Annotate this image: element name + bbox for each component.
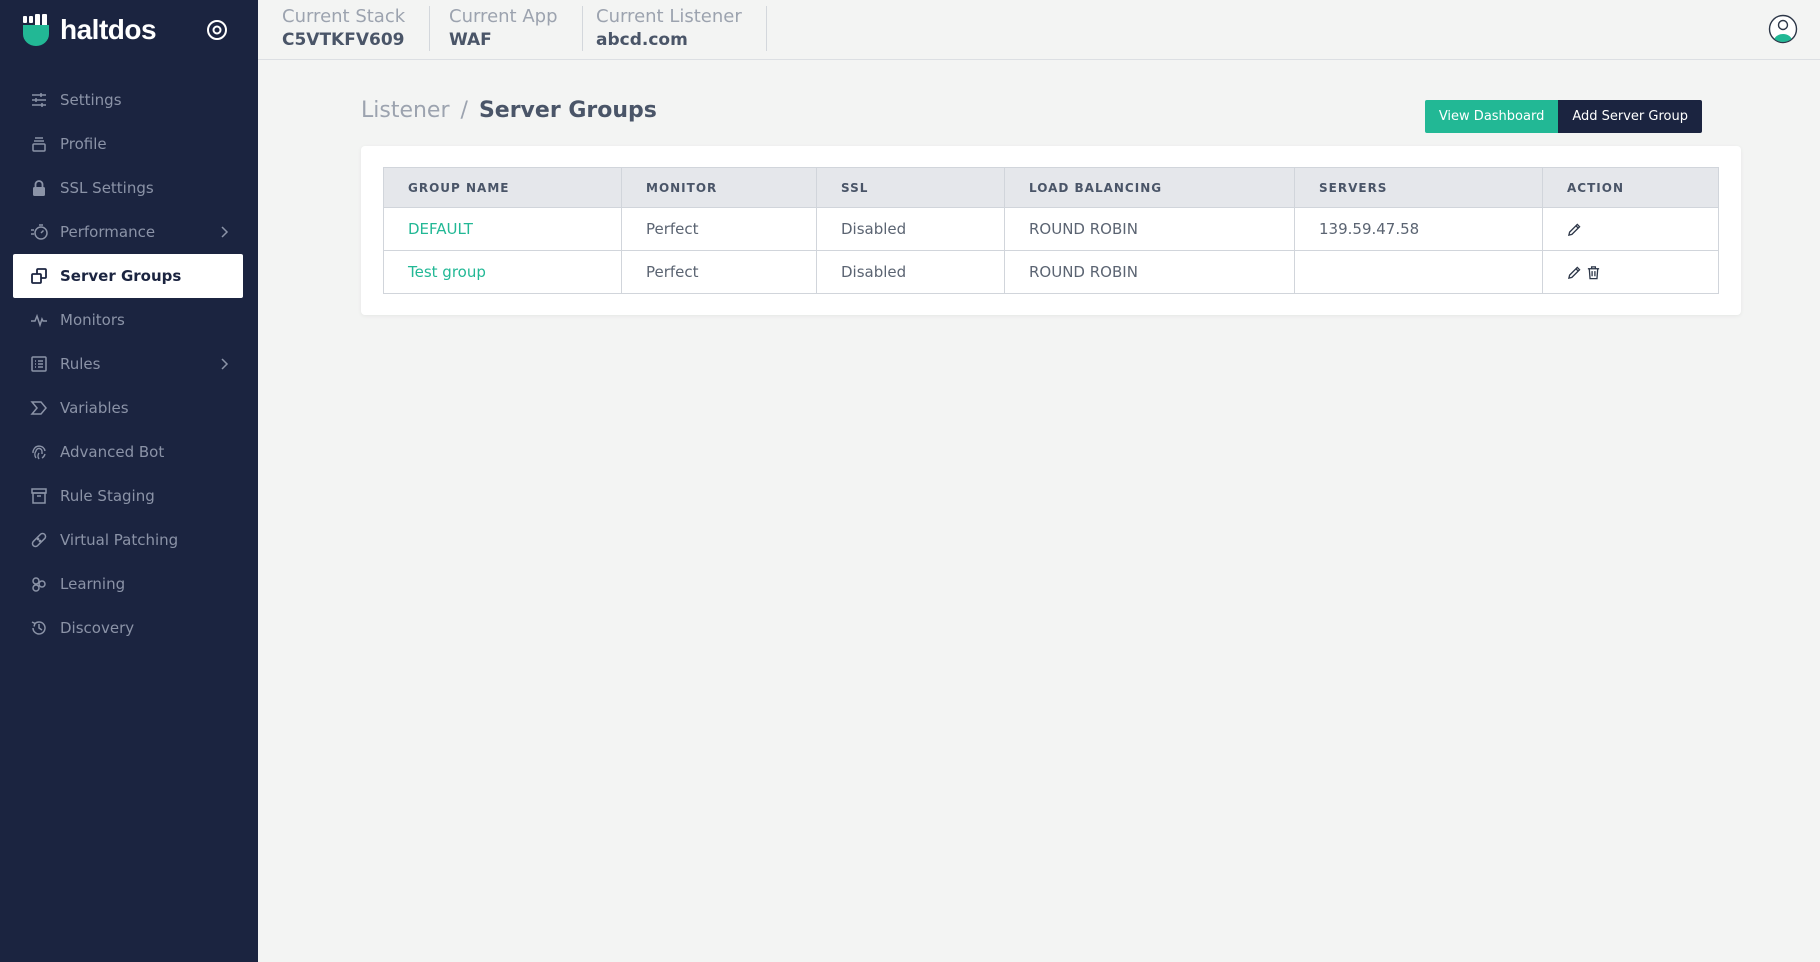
main-content: Listener / Server Groups View Dashboard …: [258, 60, 1820, 962]
sidebar-item-label: Profile: [60, 135, 107, 153]
sidebar-item-discovery[interactable]: Discovery: [0, 606, 258, 650]
sidebar-item-profile[interactable]: Profile: [0, 122, 258, 166]
sidebar-item-variables[interactable]: Variables: [0, 386, 258, 430]
load-balancing-cell: ROUND ROBIN: [1004, 250, 1295, 294]
action-cell: [1542, 207, 1719, 251]
topbar: Current Stack C5VTKFV609 Current App WAF…: [258, 0, 1820, 60]
current-app[interactable]: Current App WAF: [425, 6, 583, 51]
bandage-icon: [30, 531, 48, 549]
brand[interactable]: haltdos: [22, 12, 157, 48]
fingerprint-icon: [30, 443, 48, 461]
sidebar-item-label: Monitors: [60, 311, 125, 329]
user-avatar-icon[interactable]: [1768, 14, 1798, 44]
header-load-balancing: LOAD BALANCING: [1004, 167, 1295, 208]
list-icon: [30, 355, 48, 373]
sidebar-item-ssl-settings[interactable]: SSL Settings: [0, 166, 258, 210]
chevron-right-icon: [221, 226, 229, 238]
servers-cell: [1294, 250, 1543, 294]
target-icon[interactable]: [205, 18, 229, 42]
archive-icon: [30, 487, 48, 505]
sidebar-item-virtual-patching[interactable]: Virtual Patching: [0, 518, 258, 562]
sidebar-item-label: Rules: [60, 355, 101, 373]
current-listener-value: abcd.com: [596, 30, 688, 50]
servers-cell: 139.59.47.58: [1294, 207, 1543, 251]
sidebar-item-label: Rule Staging: [60, 487, 155, 505]
breadcrumb-listener[interactable]: Listener: [361, 98, 450, 123]
breadcrumb: Listener / Server Groups: [361, 98, 657, 123]
sidebar-item-label: Server Groups: [60, 267, 182, 285]
current-listener[interactable]: Current Listener abcd.com: [572, 6, 767, 51]
lock-icon: [30, 179, 48, 197]
sidebar-item-monitors[interactable]: Monitors: [0, 298, 258, 342]
haltdos-logo-icon: [23, 14, 49, 46]
brand-name: haltdos: [60, 14, 157, 45]
table-row: Test group Perfect Disabled ROUND ROBIN: [383, 250, 1719, 294]
current-app-label: Current App: [449, 6, 558, 27]
speedometer-icon: [30, 223, 48, 241]
sidebar-item-label: SSL Settings: [60, 179, 154, 197]
current-listener-label: Current Listener: [596, 6, 742, 27]
action-cell: [1542, 250, 1719, 294]
add-server-group-button[interactable]: Add Server Group: [1558, 100, 1702, 133]
copy-icon: [30, 267, 48, 285]
sidebar-item-settings[interactable]: Settings: [0, 78, 258, 122]
sidebar-item-label: Variables: [60, 399, 129, 417]
sidebar-item-server-groups[interactable]: Server Groups: [13, 254, 243, 298]
edit-pencil-icon[interactable]: [1567, 265, 1582, 280]
sidebar-item-label: Advanced Bot: [60, 443, 165, 461]
table-row: DEFAULT Perfect Disabled ROUND ROBIN 139…: [383, 207, 1719, 251]
current-app-value: WAF: [449, 30, 492, 50]
table-header-row: GROUP NAME MONITOR SSL LOAD BALANCING SE…: [383, 167, 1719, 208]
action-buttons: View Dashboard Add Server Group: [1424, 100, 1702, 133]
header-servers: SERVERS: [1294, 167, 1543, 208]
chevron-right-icon: [221, 358, 229, 370]
sidebar-item-label: Performance: [60, 223, 156, 241]
breadcrumb-separator: /: [460, 98, 468, 123]
header-action: ACTION: [1542, 167, 1719, 208]
sidebar-item-performance[interactable]: Performance: [0, 210, 258, 254]
sidebar-nav: Settings Profile SSL Settings Performanc…: [0, 78, 258, 650]
group-name-link[interactable]: Test group: [383, 250, 622, 294]
sidebar-item-label: Learning: [60, 575, 126, 593]
history-icon: [30, 619, 48, 637]
sidebar: haltdos Settings Profile SSL Settings Pe…: [0, 0, 258, 962]
sidebar-item-advanced-bot[interactable]: Advanced Bot: [0, 430, 258, 474]
trash-icon[interactable]: [1586, 265, 1601, 280]
sidebar-item-label: Discovery: [60, 619, 135, 637]
sidebar-item-label: Virtual Patching: [60, 531, 179, 549]
edit-pencil-icon[interactable]: [1567, 222, 1582, 237]
sliders-icon: [30, 91, 48, 109]
header-monitor: MONITOR: [621, 167, 817, 208]
sidebar-item-rules[interactable]: Rules: [0, 342, 258, 386]
sidebar-item-label: Settings: [60, 91, 122, 109]
sidebar-item-rule-staging[interactable]: Rule Staging: [0, 474, 258, 518]
sigma-icon: [30, 399, 48, 417]
view-dashboard-button[interactable]: View Dashboard: [1424, 100, 1559, 133]
current-stack-label: Current Stack: [282, 6, 406, 27]
monitor-cell: Perfect: [621, 207, 817, 251]
current-stack[interactable]: Current Stack C5VTKFV609: [258, 6, 431, 51]
header-ssl: SSL: [816, 167, 1005, 208]
sidebar-item-learning[interactable]: Learning: [0, 562, 258, 606]
header-group-name: GROUP NAME: [383, 167, 622, 208]
stack-icon: [30, 135, 48, 153]
load-balancing-cell: ROUND ROBIN: [1004, 207, 1295, 251]
server-groups-card: GROUP NAME MONITOR SSL LOAD BALANCING SE…: [361, 146, 1741, 315]
server-groups-table: GROUP NAME MONITOR SSL LOAD BALANCING SE…: [383, 167, 1719, 294]
atom-icon: [30, 575, 48, 593]
monitor-cell: Perfect: [621, 250, 817, 294]
ssl-cell: Disabled: [816, 250, 1005, 294]
pulse-icon: [30, 311, 48, 329]
current-stack-value: C5VTKFV609: [282, 30, 405, 50]
ssl-cell: Disabled: [816, 207, 1005, 251]
group-name-link[interactable]: DEFAULT: [383, 207, 622, 251]
page-title: Server Groups: [478, 98, 657, 123]
